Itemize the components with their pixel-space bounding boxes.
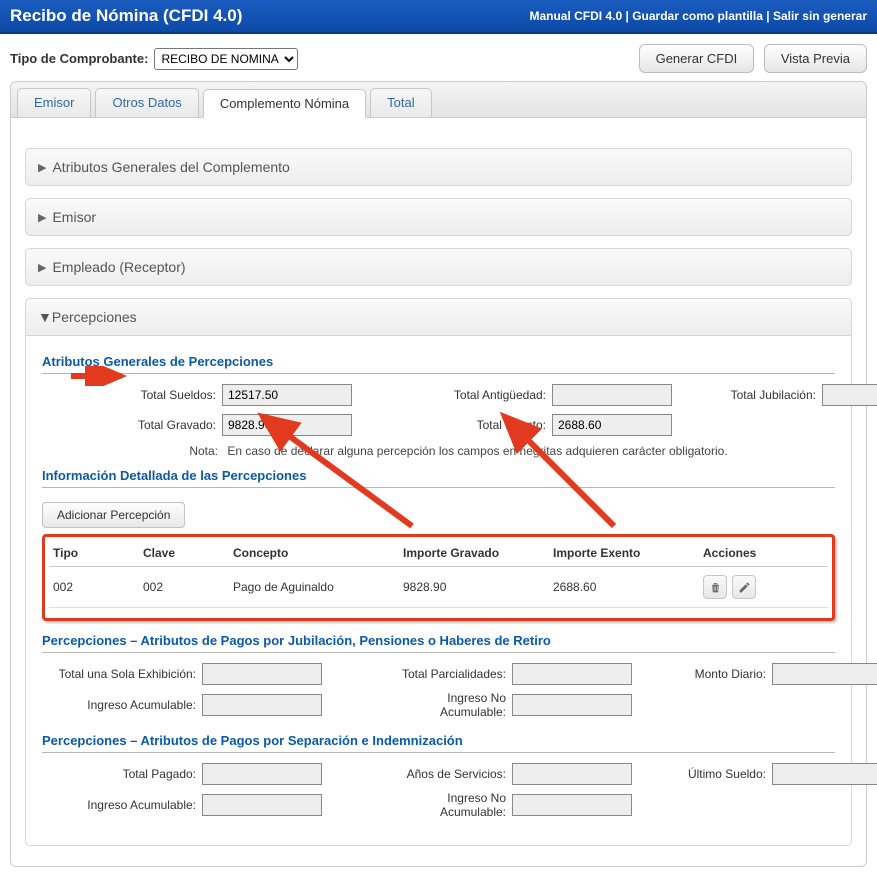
tab-body: ▶ Atributos Generales del Complemento ▶ … bbox=[10, 118, 867, 867]
generar-cfdi-button[interactable]: Generar CFDI bbox=[639, 44, 755, 73]
tab-total[interactable]: Total bbox=[370, 88, 431, 117]
accordion-label: Empleado (Receptor) bbox=[52, 259, 185, 275]
delete-row-button[interactable] bbox=[703, 575, 727, 599]
heading-jubilacion: Percepciones – Atributos de Pagos por Ju… bbox=[42, 633, 835, 648]
input-ultimo-sueldo[interactable] bbox=[772, 763, 877, 785]
pencil-icon bbox=[738, 581, 751, 594]
th-gravado: Importe Gravado bbox=[399, 540, 549, 567]
heading-atributos-percepciones: Atributos Generales de Percepciones bbox=[42, 354, 835, 369]
label-ingreso-acumulable-sep: Ingreso Acumulable: bbox=[42, 798, 202, 812]
tipo-comprobante-select[interactable]: RECIBO DE NOMINA bbox=[154, 48, 298, 70]
cell-concepto: Pago de Aguinaldo bbox=[229, 567, 399, 608]
input-ingreso-acumulable-sep[interactable] bbox=[202, 794, 322, 816]
label-anos-servicios: Años de Servicios: bbox=[382, 767, 512, 781]
divider bbox=[42, 487, 835, 488]
chevron-right-icon: ▶ bbox=[38, 261, 46, 274]
table-row: 002 002 Pago de Aguinaldo 9828.90 2688.6… bbox=[49, 567, 828, 608]
label-total-una-exhibicion: Total una Sola Exhibición: bbox=[42, 667, 202, 681]
label-total-sueldos: Total Sueldos: bbox=[42, 388, 222, 402]
cell-exento: 2688.60 bbox=[549, 567, 699, 608]
label-total-gravado: Total Gravado: bbox=[42, 418, 222, 432]
topbar-links: Manual CFDI 4.0 | Guardar como plantilla… bbox=[529, 9, 867, 23]
th-acciones: Acciones bbox=[699, 540, 828, 567]
nota-label: Nota: bbox=[42, 444, 224, 458]
accordion-label: Emisor bbox=[52, 209, 96, 225]
vista-previa-button[interactable]: Vista Previa bbox=[764, 44, 867, 73]
tab-otros-datos[interactable]: Otros Datos bbox=[95, 88, 198, 117]
tab-complemento-nomina[interactable]: Complemento Nómina bbox=[203, 89, 366, 118]
add-percepcion-button[interactable]: Adicionar Percepción bbox=[42, 502, 185, 528]
divider bbox=[42, 752, 835, 753]
input-anos-servicios[interactable] bbox=[512, 763, 632, 785]
accordion-label: Percepciones bbox=[52, 309, 137, 325]
trash-icon bbox=[709, 581, 722, 594]
percepciones-table-highlight: Tipo Clave Concepto Importe Gravado Impo… bbox=[42, 534, 835, 621]
percepciones-table: Tipo Clave Concepto Importe Gravado Impo… bbox=[49, 540, 828, 608]
annotation-arrow-icon bbox=[71, 366, 131, 386]
page-title: Recibo de Nómina (CFDI 4.0) bbox=[10, 6, 242, 26]
label-ultimo-sueldo: Último Sueldo: bbox=[672, 767, 772, 781]
th-exento: Importe Exento bbox=[549, 540, 699, 567]
label-total-pagado: Total Pagado: bbox=[42, 767, 202, 781]
heading-separacion: Percepciones – Atributos de Pagos por Se… bbox=[42, 733, 835, 748]
input-total-jubilacion[interactable] bbox=[822, 384, 877, 406]
input-ingreso-no-acumulable-jub[interactable] bbox=[512, 694, 632, 716]
accordion-atributos-generales[interactable]: ▶ Atributos Generales del Complemento bbox=[25, 148, 852, 186]
tabs-bar: Emisor Otros Datos Complemento Nómina To… bbox=[10, 81, 867, 118]
divider bbox=[42, 373, 835, 374]
link-plantilla[interactable]: Guardar como plantilla bbox=[632, 9, 763, 23]
chevron-down-icon: ▼ bbox=[38, 309, 52, 325]
input-total-pagado[interactable] bbox=[202, 763, 322, 785]
tipo-comprobante-label: Tipo de Comprobante: bbox=[10, 51, 148, 66]
edit-row-button[interactable] bbox=[732, 575, 756, 599]
cell-gravado: 9828.90 bbox=[399, 567, 549, 608]
input-total-una-exhibicion[interactable] bbox=[202, 663, 322, 685]
label-ingreso-no-acumulable-sep: Ingreso No Acumulable: bbox=[382, 791, 512, 819]
label-ingreso-acumulable: Ingreso Acumulable: bbox=[42, 698, 202, 712]
link-manual[interactable]: Manual CFDI 4.0 bbox=[529, 9, 622, 23]
nota-row: Nota: En caso de declarar alguna percepc… bbox=[42, 444, 835, 458]
input-total-antiguedad[interactable] bbox=[552, 384, 672, 406]
th-tipo: Tipo bbox=[49, 540, 139, 567]
topbar: Recibo de Nómina (CFDI 4.0) Manual CFDI … bbox=[0, 0, 877, 34]
chevron-right-icon: ▶ bbox=[38, 211, 46, 224]
cell-acciones bbox=[699, 567, 828, 608]
chevron-right-icon: ▶ bbox=[38, 161, 46, 174]
heading-info-detallada: Información Detallada de las Percepcione… bbox=[42, 468, 835, 483]
label-total-antiguedad: Total Antigüedad: bbox=[412, 388, 552, 402]
cell-clave: 002 bbox=[139, 567, 229, 608]
label-monto-diario: Monto Diario: bbox=[672, 667, 772, 681]
cell-tipo: 002 bbox=[49, 567, 139, 608]
input-ingreso-acumulable-jub[interactable] bbox=[202, 694, 322, 716]
accordion-label: Atributos Generales del Complemento bbox=[52, 159, 289, 175]
input-ingreso-no-acumulable-sep[interactable] bbox=[512, 794, 632, 816]
percepciones-body: Atributos Generales de Percepciones Tota… bbox=[25, 336, 852, 846]
link-salir[interactable]: Salir sin generar bbox=[773, 9, 867, 23]
th-clave: Clave bbox=[139, 540, 229, 567]
accordion-percepciones[interactable]: ▼ Percepciones bbox=[25, 298, 852, 336]
input-monto-diario[interactable] bbox=[772, 663, 877, 685]
annotation-arrow-icon bbox=[494, 406, 624, 536]
input-total-sueldos[interactable] bbox=[222, 384, 352, 406]
annotation-arrow-icon bbox=[252, 406, 422, 536]
divider bbox=[42, 652, 835, 653]
th-concepto: Concepto bbox=[229, 540, 399, 567]
label-total-parcialidades: Total Parcialidades: bbox=[382, 667, 512, 681]
label-total-jubilacion: Total Jubilación: bbox=[712, 388, 822, 402]
accordion-emisor[interactable]: ▶ Emisor bbox=[25, 198, 852, 236]
input-total-parcialidades[interactable] bbox=[512, 663, 632, 685]
accordion-empleado[interactable]: ▶ Empleado (Receptor) bbox=[25, 248, 852, 286]
tab-emisor[interactable]: Emisor bbox=[17, 88, 91, 117]
toolbar: Tipo de Comprobante: RECIBO DE NOMINA Ge… bbox=[0, 34, 877, 81]
label-ingreso-no-acumulable: Ingreso No Acumulable: bbox=[382, 691, 512, 719]
